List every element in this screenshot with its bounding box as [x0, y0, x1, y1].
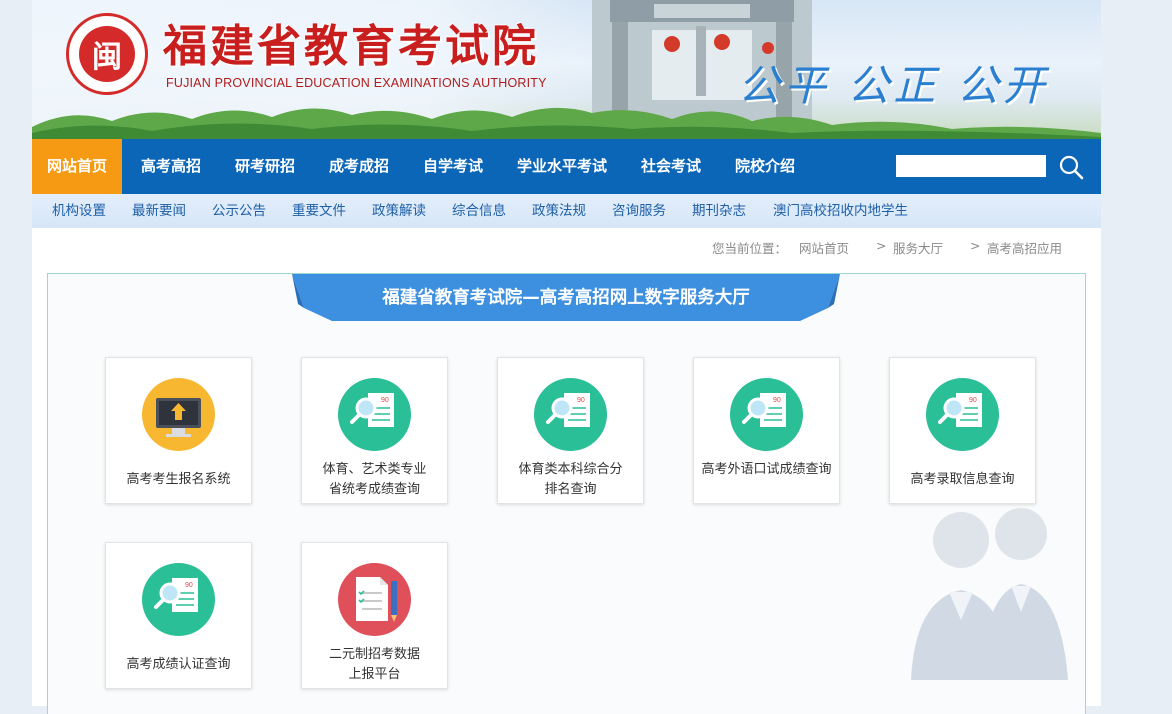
breadcrumb-separator: >: [970, 238, 981, 253]
breadcrumb-separator: >: [876, 238, 887, 253]
subnav-item[interactable]: 重要文件: [292, 194, 346, 228]
site-subtitle: FUJIAN PROVINCIAL EDUCATION EXAMINATIONS…: [166, 76, 547, 90]
main-nav: 网站首页 高考高招 研考研招 成考成招 自学考试 学业水平考试 社会考试 院校介…: [32, 139, 1101, 194]
subnav-item[interactable]: 咨询服务: [612, 194, 666, 228]
search-icon[interactable]: [1058, 154, 1084, 180]
card-label: 二元制招考数据: [328, 647, 420, 662]
score-search-icon: 90: [730, 378, 803, 451]
svg-text:90: 90: [773, 397, 781, 404]
card-label: 高考外语口试成绩查询: [701, 462, 832, 477]
customer-service-illustration: [911, 508, 1068, 680]
breadcrumb-hall[interactable]: 服务大厅: [893, 238, 943, 257]
subnav-item[interactable]: 期刊杂志: [692, 194, 746, 228]
card-label: 高考成绩认证查询: [126, 657, 231, 672]
subnav-item[interactable]: 澳门高校招收内地学生: [773, 194, 908, 228]
logo-glyph: 闽: [79, 26, 135, 82]
subnav-item[interactable]: 机构设置: [52, 194, 106, 228]
computer-upload-icon: [142, 378, 215, 451]
card-label: 体育、艺术类专业: [322, 462, 427, 477]
nav-item-zikao[interactable]: 自学考试: [412, 139, 494, 194]
service-card-admission-info[interactable]: 90 高考录取信息查询: [889, 357, 1036, 504]
service-card-oral-exam-score[interactable]: 90 高考外语口试成绩查询: [693, 357, 840, 504]
header-banner: 闽 福建省教育考试院 FUJIAN PROVINCIAL EDUCATION E…: [32, 0, 1101, 139]
nav-item-gaokao[interactable]: 高考高招: [130, 139, 212, 194]
nav-item-yankao[interactable]: 研考研招: [224, 139, 306, 194]
card-label-line2: 省统考成绩查询: [328, 482, 420, 497]
service-card-sports-ranking[interactable]: 90 体育类本科综合分 排名查询: [497, 357, 644, 504]
slogan: 公平 公正 公开: [738, 61, 1049, 110]
site-title: 福建省教育考试院: [163, 21, 539, 72]
breadcrumb-home[interactable]: 网站首页: [799, 238, 849, 257]
search-input[interactable]: [896, 155, 1046, 177]
logo: 闽: [66, 13, 148, 95]
subnav-item[interactable]: 公示公告: [212, 194, 266, 228]
score-search-icon: 90: [534, 378, 607, 451]
svg-text:90: 90: [577, 397, 585, 404]
svg-text:90: 90: [969, 397, 977, 404]
subnav-item[interactable]: 综合信息: [452, 194, 506, 228]
breadcrumb-prefix: 您当前位置：: [712, 241, 788, 256]
sub-nav: 机构设置 最新要闻 公示公告 重要文件 政策解读 综合信息 政策法规 咨询服务 …: [32, 194, 1101, 228]
service-card-art-sports-score[interactable]: 90 体育、艺术类专业 省统考成绩查询: [301, 357, 448, 504]
service-card-data-report[interactable]: 二元制招考数据 上报平台: [301, 542, 448, 689]
hall-title: 福建省教育考试院—高考高招网上数字服务大厅: [382, 288, 750, 308]
score-search-icon: 90: [142, 563, 215, 636]
card-label-line2: 排名查询: [544, 482, 597, 497]
card-label: 体育类本科综合分: [518, 462, 623, 477]
nav-item-yuanxiao[interactable]: 院校介绍: [724, 139, 806, 194]
service-card-registration[interactable]: 高考考生报名系统: [105, 357, 252, 504]
subnav-item[interactable]: 最新要闻: [132, 194, 186, 228]
score-search-icon: 90: [338, 378, 411, 451]
nav-item-home[interactable]: 网站首页: [32, 139, 122, 194]
card-label: 高考录取信息查询: [910, 472, 1015, 487]
nav-item-shehui[interactable]: 社会考试: [630, 139, 712, 194]
card-label-line2: 上报平台: [348, 667, 401, 682]
svg-text:90: 90: [185, 582, 193, 589]
service-card-score-certification[interactable]: 90 高考成绩认证查询: [105, 542, 252, 689]
document-pen-icon: [338, 563, 411, 636]
card-label: 高考考生报名系统: [126, 472, 231, 487]
subnav-item[interactable]: 政策法规: [532, 194, 586, 228]
svg-text:90: 90: [381, 397, 389, 404]
score-search-icon: 90: [926, 378, 999, 451]
subnav-item[interactable]: 政策解读: [372, 194, 426, 228]
nav-item-chengkao[interactable]: 成考成招: [318, 139, 400, 194]
breadcrumb-current: 高考高招应用: [987, 241, 1063, 256]
nav-item-xueye[interactable]: 学业水平考试: [506, 139, 618, 194]
